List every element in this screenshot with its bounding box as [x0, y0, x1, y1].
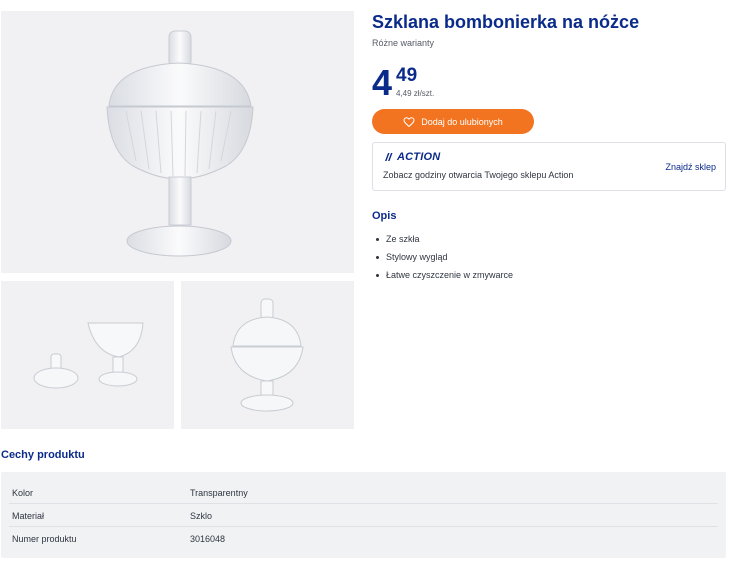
product-thumbnail-2[interactable]: [181, 281, 354, 429]
description-item-text: Łatwe czyszczenie w zmywarce: [386, 270, 514, 280]
bullet-icon: [376, 273, 379, 277]
description-list: Ze szkła Stylowy wygląd Łatwe czyszczeni…: [376, 230, 513, 284]
glass-dish-closed-image: [230, 298, 304, 412]
store-hours-text: Zobacz godziny otwarcia Twojego sklepu A…: [383, 170, 574, 180]
features-title: Cechy produktu: [1, 449, 85, 461]
feature-value: 3016048: [190, 533, 226, 544]
glass-dish-parts-image: [33, 322, 144, 389]
action-logo-stripes-icon: [385, 153, 393, 161]
description-item-text: Ze szkła: [386, 234, 420, 244]
product-image-main[interactable]: [1, 11, 354, 273]
description-item: Łatwe czyszczenie w zmywarce: [376, 266, 513, 284]
description-item-text: Stylowy wygląd: [386, 252, 448, 262]
feature-key: Kolor: [12, 487, 34, 498]
bullet-icon: [376, 237, 379, 241]
add-to-favorites-button[interactable]: Dodaj do ulubionych: [372, 109, 534, 134]
product-title: Szklana bombonierka na nóżce: [372, 12, 640, 32]
description-item: Ze szkła: [376, 230, 513, 248]
feature-value: Szklo: [190, 510, 213, 521]
add-to-favorites-label: Dodaj do ulubionych: [421, 116, 503, 127]
store-finder-box: ACTION Zobacz godziny otwarcia Twojego s…: [372, 142, 726, 191]
unit-price: 4,49 zł/szt.: [396, 89, 435, 98]
find-store-link[interactable]: Znajdź sklep: [665, 162, 716, 172]
features-table: Kolor Transparentny Materiał Szklo Numer…: [1, 472, 726, 558]
feature-key: Numer produktu: [12, 533, 77, 544]
feature-row-material: Materiał Szklo: [1, 504, 726, 527]
glass-candy-dish-image: [106, 30, 254, 257]
price-decimal: 49: [396, 65, 418, 86]
heart-icon: [403, 116, 415, 127]
feature-row-color: Kolor Transparentny: [1, 481, 726, 504]
action-logo-text: ACTION: [397, 151, 441, 163]
action-logo: ACTION: [384, 151, 440, 163]
description-item: Stylowy wygląd: [376, 248, 513, 266]
price-integer: 4: [372, 62, 393, 103]
description-title: Opis: [372, 210, 397, 222]
feature-value: Transparentny: [190, 487, 248, 498]
variants-label: Różne warianty: [372, 38, 435, 48]
feature-row-product-number: Numer produktu 3016048: [1, 527, 726, 550]
bullet-icon: [376, 255, 379, 259]
feature-key: Materiał: [12, 510, 45, 521]
product-thumbnail-1[interactable]: [1, 281, 174, 429]
